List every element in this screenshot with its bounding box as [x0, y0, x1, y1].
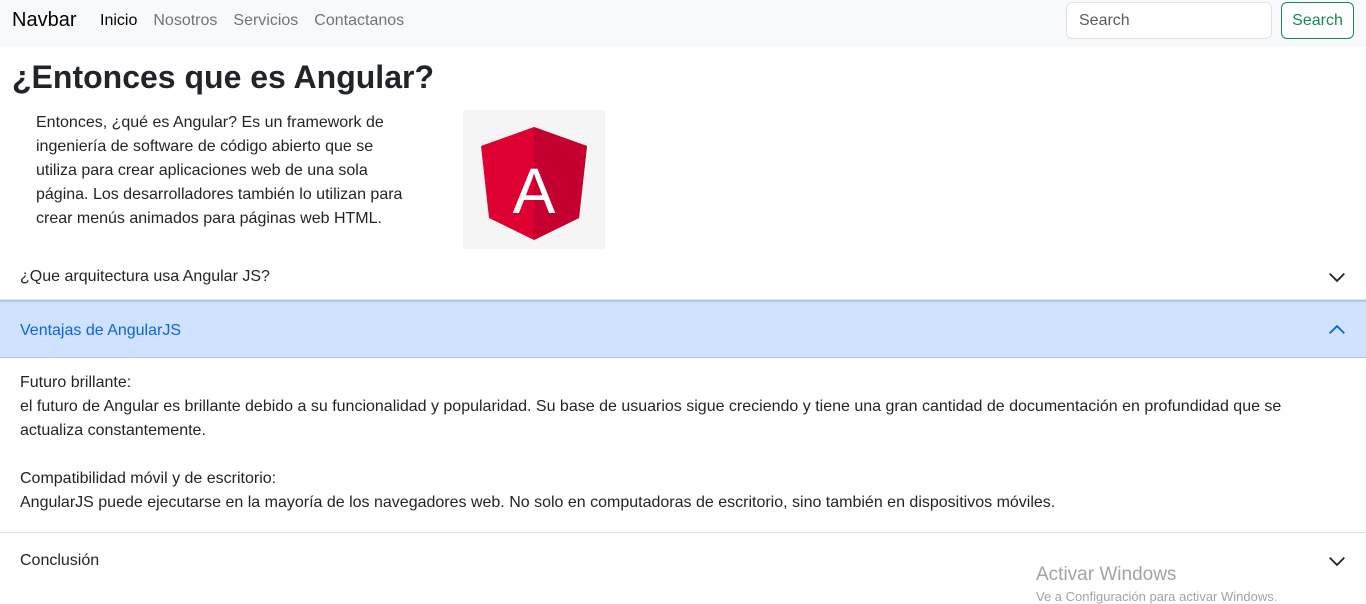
chevron-up-icon: [1329, 324, 1345, 334]
chevron-down-icon: [1329, 556, 1345, 566]
nav-link-servicios[interactable]: Servicios: [233, 11, 298, 31]
windows-activation-subtitle: Ve a Configuración para activar Windows.: [1036, 589, 1278, 604]
accordion-item-label: Ventajas de AngularJS: [20, 322, 182, 339]
navbar: Navbar Inicio Nosotros Servicios Contact…: [0, 0, 1366, 47]
accordion-item-label: ¿Que arquitectura usa Angular JS?: [20, 268, 270, 285]
accordion-item-ventajas[interactable]: Ventajas de AngularJS: [0, 300, 1366, 358]
intro-text: Entonces, ¿qué es Angular? Es un framewo…: [36, 114, 403, 227]
search-button[interactable]: Search: [1281, 2, 1354, 39]
angular-logo: A: [463, 110, 605, 249]
windows-activation-watermark: Activar Windows: [1036, 564, 1177, 585]
nav-link-contactanos[interactable]: Contactanos: [314, 11, 404, 31]
angular-logo-letter: A: [513, 155, 556, 227]
search-input[interactable]: [1066, 2, 1272, 39]
advantage-text: AngularJS puede ejecutarse en la mayoría…: [20, 494, 1056, 511]
advantage-heading: Compatibilidad móvil y de escritorio:: [20, 470, 277, 487]
nav-link-inicio[interactable]: Inicio: [100, 11, 137, 31]
angular-logo-icon: A: [481, 127, 587, 240]
advantage-heading: Futuro brillante:: [20, 374, 132, 391]
nav-link-nosotros[interactable]: Nosotros: [153, 11, 217, 31]
chevron-down-icon: [1329, 272, 1345, 282]
advantage-text: el futuro de Angular es brillante debido…: [20, 398, 1282, 439]
accordion-item-label: Conclusión: [20, 552, 100, 569]
accordion-body-ventajas: Futuro brillante: el futuro de Angular e…: [20, 371, 1320, 515]
accordion-item-arquitectura[interactable]: ¿Que arquitectura usa Angular JS?: [0, 254, 1366, 300]
navbar-brand[interactable]: Navbar: [12, 9, 76, 32]
page-title: ¿Entonces que es Angular?: [12, 59, 434, 95]
nav-links: Inicio Nosotros Servicios Contactanos: [100, 11, 420, 31]
